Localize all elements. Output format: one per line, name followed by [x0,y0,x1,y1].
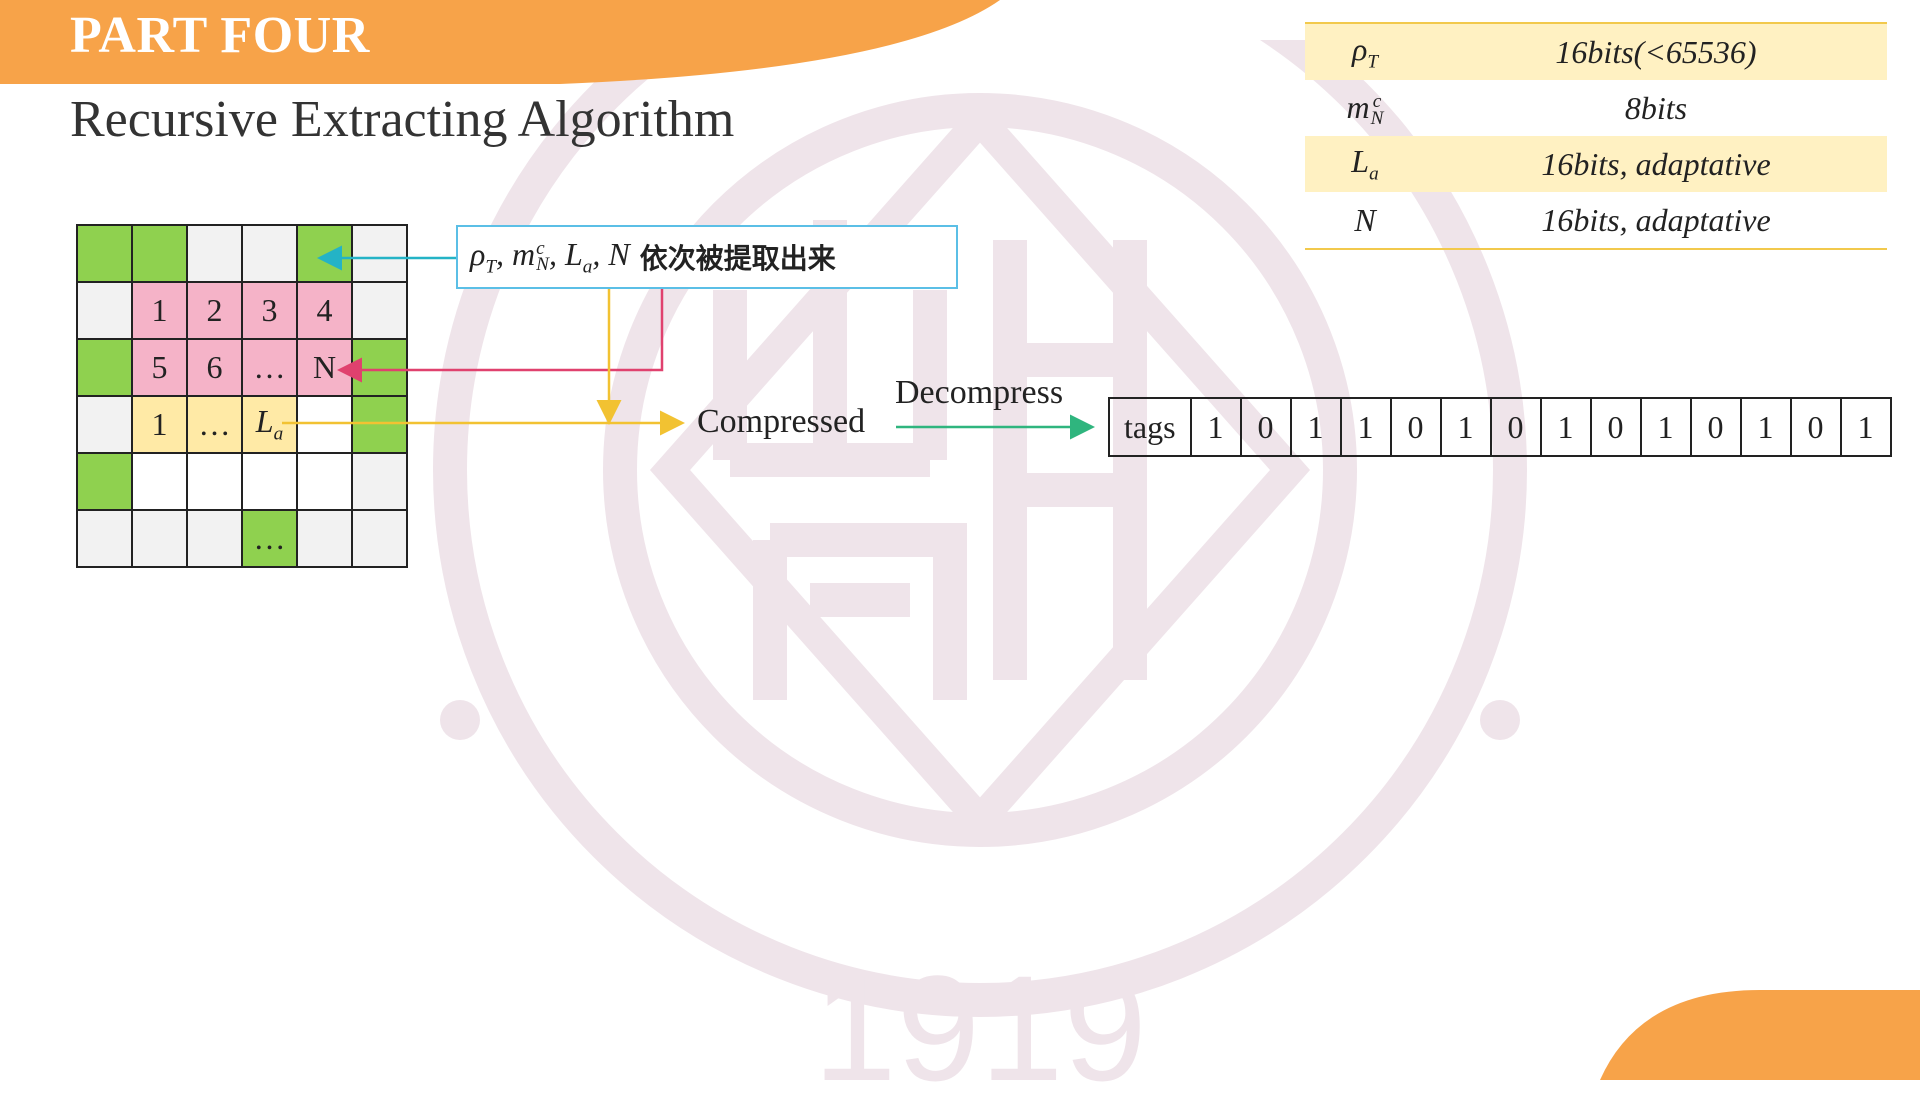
field-size-table: ρT 16bits(<65536) m c N 8bits La 16bits, adapta… [1305,22,1887,250]
callout-chinese-text: 依次被提取出来 [639,242,836,275]
bitstream-bit-cell: 1 [1639,397,1692,457]
grid-cell [241,452,298,511]
grid-cell: 5 [131,338,188,397]
bitstream-bit-cell: 1 [1189,397,1242,457]
grid-cell [296,224,353,283]
grid-cell [351,281,408,340]
grid-row: 1… La [76,395,408,454]
slide-title: Recursive Extracting Algorithm [70,91,735,148]
field-symbol: La [1305,136,1425,192]
grid-cell [351,395,408,454]
bitstream-bit-cell: 1 [1289,397,1342,457]
grid-cell [76,224,133,283]
grid-cell [186,509,243,568]
grid-cell [76,338,133,397]
grid-cell [76,395,133,454]
grid-cell [76,452,133,511]
field-symbol: ρT [1305,23,1425,80]
grid-cell: … [186,395,243,454]
bitstream-bit-cell: 1 [1339,397,1392,457]
bitstream-bit-cell: 1 [1539,397,1592,457]
field-size-value: 16bits(<65536) [1425,23,1887,80]
field-size-value: 16bits, adaptative [1425,136,1887,192]
grid-cell [351,509,408,568]
grid-cell [351,452,408,511]
grid-row [76,224,408,283]
grid-cell [131,509,188,568]
field-size-row: La 16bits, adaptative [1305,136,1887,192]
field-symbol: mcN [1346,89,1384,129]
field-symbol: N [1354,201,1376,238]
bitstream-bit-cell: 0 [1389,397,1442,457]
bitstream-bit-cell: 0 [1239,397,1292,457]
field-size-value: 8bits [1624,89,1688,126]
grid-cell [351,224,408,283]
bitstream-bit-cell: 0 [1589,397,1642,457]
decompress-label: Decompress [895,374,1064,411]
grid-cell: … [241,338,298,397]
grid-cell [296,395,353,454]
grid-cell: 3 [241,281,298,340]
grid-cell [186,452,243,511]
grid-cell [131,224,188,283]
bitstream-bit-cell: 1 [1739,397,1792,457]
grid-cell: 2 [186,281,243,340]
corner-decoration [1600,990,1920,1080]
bitstream-bit-cell: 0 [1789,397,1842,457]
grid-cell: La [241,395,298,454]
grid-cell [351,338,408,397]
bitstream-bit-cell: 1 [1439,397,1492,457]
bitstream-bit-cell: 1 [1839,397,1892,457]
grid-cell: 6 [186,338,243,397]
bitstream-bit-cell: 0 [1489,397,1542,457]
grid-row: 5 6… N [76,338,408,397]
watermark-year: 1919 [813,944,1147,1100]
pixel-grid: 1 2 3 4 5 6… N 1… La… [76,224,408,568]
bitstream-tags-cell: tags [1108,397,1192,457]
field-size-row: m c N 8bits [1305,80,1887,136]
grid-cell [131,452,188,511]
callout-formula: ρT, mcN, La, N [470,235,630,278]
grid-cell [76,509,133,568]
grid-cell: N [296,338,353,397]
grid-cell [241,224,298,283]
grid-row [76,452,408,511]
grid-row: … [76,509,408,568]
grid-cell: 1 [131,395,188,454]
bitstream-bit-cell: 0 [1689,397,1742,457]
grid-cell [186,224,243,283]
field-size-value: 16bits, adaptative [1541,201,1771,238]
extraction-callout: ρT, mcN, La, N 依次被提取出来 [456,225,958,289]
grid-row: 1234 [76,281,408,340]
bitstream: tags 1 0 1 1 0 1 0 1 0 1 0 1 0 1 [1108,397,1892,457]
grid-cell: 4 [296,281,353,340]
grid-cell: 1 [131,281,188,340]
grid-cell: … [241,509,298,568]
field-size-row: N 16bits, adaptative [1305,192,1887,249]
grid-cell [76,281,133,340]
grid-cell [296,452,353,511]
field-size-row: ρT 16bits(<65536) [1305,23,1887,80]
section-label: PART FOUR [70,7,370,64]
compressed-label: Compressed [697,403,866,440]
grid-cell [296,509,353,568]
